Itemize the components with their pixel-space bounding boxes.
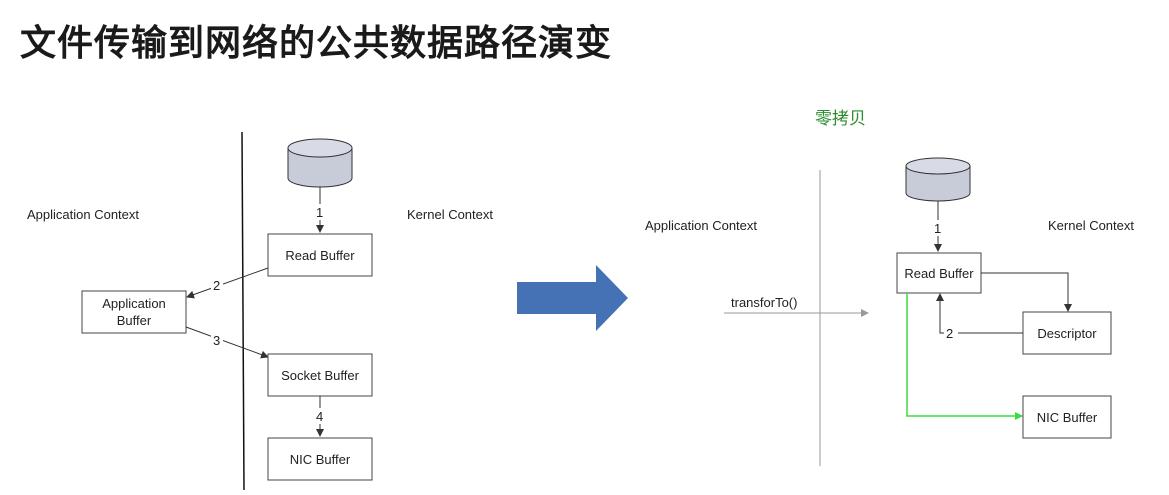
left-app-buffer-line2: Buffer — [117, 313, 152, 328]
right-step-1: 1 — [934, 221, 941, 236]
left-socket-buffer-label: Socket Buffer — [281, 368, 359, 383]
right-kernel-context-label: Kernel Context — [1048, 218, 1134, 233]
right-step-2: 2 — [946, 326, 953, 341]
left-arrow-3 — [185, 326, 269, 359]
left-step-1: 1 — [316, 205, 323, 220]
right-nic-buffer-label: NIC Buffer — [1037, 410, 1098, 425]
left-divider — [241, 131, 245, 491]
right-descriptor-label: Descriptor — [1037, 326, 1097, 341]
right-app-context-label: Application Context — [645, 218, 757, 233]
left-diagram: Application Context Kernel Context 1 Rea… — [27, 131, 493, 491]
left-app-context-label: Application Context — [27, 207, 139, 222]
right-disk-icon — [905, 157, 971, 202]
left-disk-icon — [287, 138, 353, 188]
right-read-buffer-label: Read Buffer — [904, 266, 974, 281]
left-kernel-context-label: Kernel Context — [407, 207, 493, 222]
transition-arrow-icon — [517, 265, 628, 331]
right-arrow-to-descriptor — [981, 272, 1072, 312]
right-diagram: Application Context Kernel Context trans… — [645, 157, 1134, 466]
left-app-buffer-line1: Application — [102, 296, 166, 311]
left-step-2: 2 — [213, 278, 220, 293]
left-step-3: 3 — [213, 333, 220, 348]
left-read-buffer-label: Read Buffer — [285, 248, 355, 263]
data-path-diagram: Application Context Kernel Context 1 Rea… — [27, 131, 1134, 491]
right-call-label: transforTo() — [731, 295, 797, 310]
left-arrow-2 — [186, 267, 269, 299]
left-step-4: 4 — [316, 409, 323, 424]
left-nic-buffer-label: NIC Buffer — [290, 452, 351, 467]
right-green-path — [906, 293, 1023, 420]
